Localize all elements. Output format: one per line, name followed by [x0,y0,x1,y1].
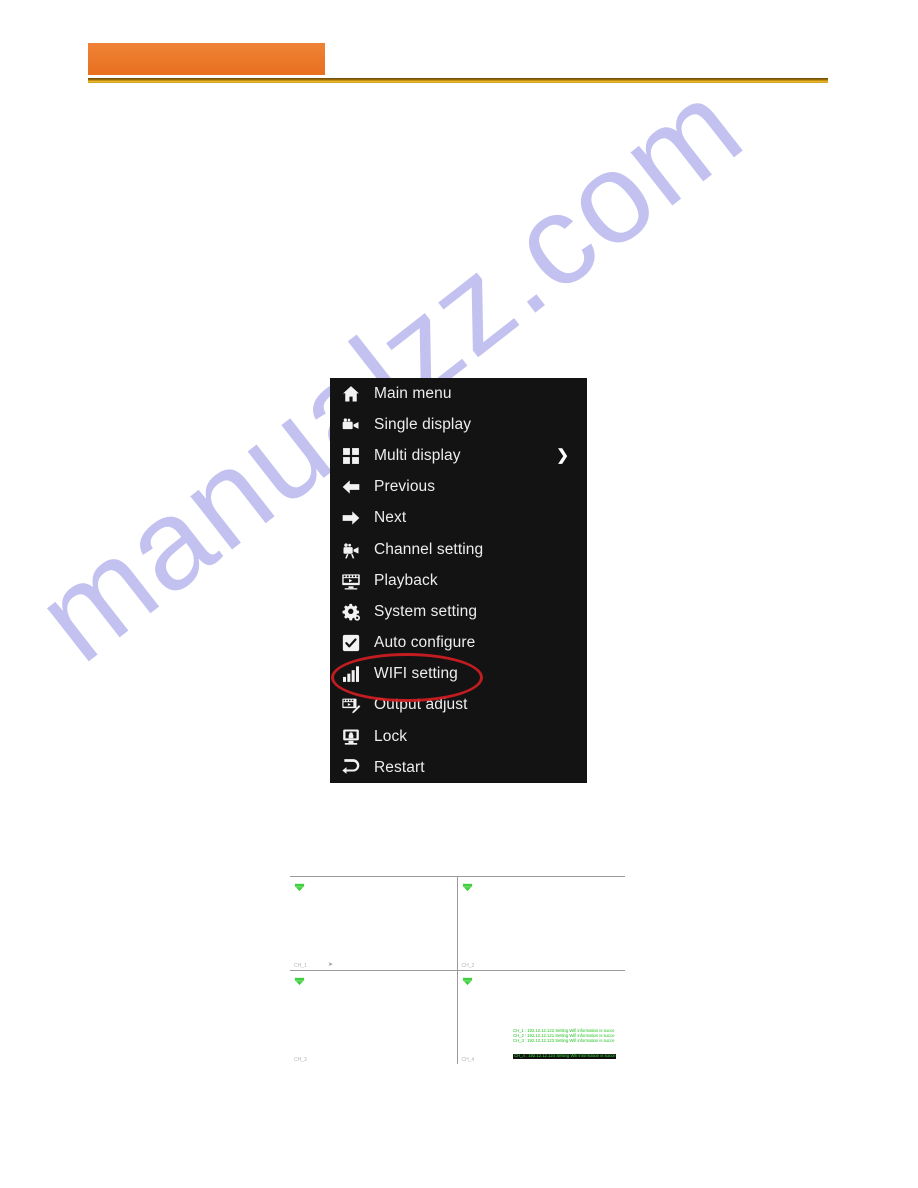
dvr-channel-label: CH_3 [294,1057,307,1063]
menu-item-next[interactable]: Next [330,503,587,534]
dvr-channel-pane[interactable]: CH_3 [290,970,458,1064]
arrow-right-icon [338,506,364,530]
menu-item-label: Multi display [374,446,461,464]
header-gold-rule [88,78,828,83]
dvr-log-line: CH_4 : 192.12.12.124 Setting Wifi inform… [513,1053,617,1059]
menu-item-system-setting[interactable]: System setting [330,596,587,627]
film-playback-icon [338,569,364,593]
menu-item-playback[interactable]: Playback [330,565,587,596]
page-header [0,0,918,95]
menu-item-label: Previous [374,478,436,496]
recording-indicator-icon [294,974,305,985]
mouse-cursor-icon: ➤ [328,961,334,968]
menu-item-label: Single display [374,415,472,433]
recording-indicator-icon [462,880,473,892]
dvr-channel-label: CH_4 [461,1057,475,1063]
menu-item-label: Restart [374,758,425,776]
menu-item-label: Channel setting [374,540,484,558]
menu-item-label: Lock [374,727,408,745]
signal-bars-icon [338,662,364,686]
menu-item-auto-configure[interactable]: Auto configure [330,628,587,659]
home-icon [338,382,364,406]
gears-icon [338,600,364,624]
menu-item-label: Playback [374,571,438,589]
menu-item-lock[interactable]: Lock [330,721,587,752]
recording-indicator-icon [462,974,473,985]
arrow-left-icon [338,475,364,499]
dvr-context-menu[interactable]: Main menu Single display Multi display ❯ Pre… [330,378,587,784]
dvr-log-line: CH_3 : 192.12.12.123 Setting Wifi inform… [513,1038,615,1044]
film-edit-icon [338,693,364,717]
dvr-channel-pane[interactable]: CH_2 [457,877,625,971]
menu-item-output-adjust[interactable]: Output adjust [330,690,587,721]
menu-item-label: WIFI setting [374,665,458,683]
monitor-lock-icon [338,725,364,749]
menu-item-label: Main menu [374,384,452,402]
menu-item-restart[interactable]: Restart [330,752,587,783]
grid-four-icon [338,444,364,468]
camera-stand-icon [338,538,364,562]
checkbox-checked-icon [338,631,364,655]
menu-item-previous[interactable]: Previous [330,472,587,503]
dvr-channel-label: CH_2 [461,962,475,969]
menu-item-label: Next [374,509,407,527]
menu-item-channel-setting[interactable]: Channel setting [330,534,587,565]
menu-item-main-menu[interactable]: Main menu [330,378,587,409]
dvr-live-view-screenshot: CH_1 ➤ CH_2 CH_3 CH_4 CH_1 : 192.12.12.122 S… [290,876,625,1064]
restart-arrow-icon [338,756,364,780]
menu-item-wifi-setting[interactable]: WIFI setting [330,659,587,690]
header-orange-band [88,43,325,75]
dvr-channel-label: CH_1 [294,962,307,969]
menu-item-single-display[interactable]: Single display [330,409,587,440]
chevron-right-icon: ❯ [556,447,569,465]
dvr-status-log: CH_1 : 192.12.12.122 Setting Wifi inform… [513,1028,625,1062]
menu-item-label: Auto configure [374,634,476,652]
menu-item-label: Output adjust [374,696,468,714]
recording-indicator-icon [294,880,305,892]
menu-item-label: System setting [374,602,478,620]
dvr-channel-pane[interactable]: CH_1 ➤ [290,877,458,971]
video-camera-icon [338,413,364,437]
menu-item-multi-display[interactable]: Multi display ❯ [330,440,587,471]
